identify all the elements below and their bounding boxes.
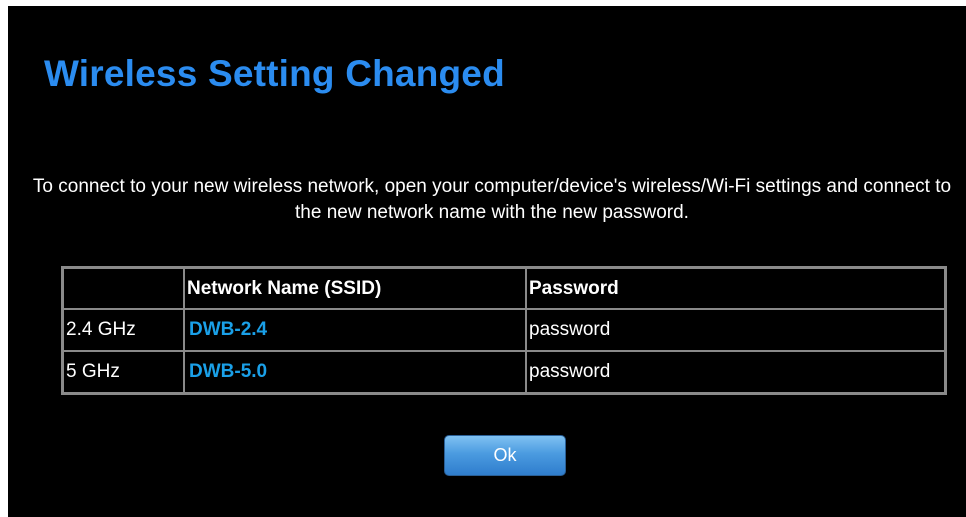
table-row: 2.4 GHz DWB-2.4 password <box>63 309 945 351</box>
table-row: 5 GHz DWB-5.0 password <box>63 351 945 393</box>
dialog-title: Wireless Setting Changed <box>44 53 505 94</box>
password-cell: password <box>526 351 945 393</box>
ssid-cell: DWB-5.0 <box>184 351 526 393</box>
password-cell: password <box>526 309 945 351</box>
header-ssid: Network Name (SSID) <box>184 268 526 309</box>
header-band <box>63 268 184 309</box>
table-header-row: Network Name (SSID) Password <box>63 268 945 309</box>
instructions-text: To connect to your new wireless network,… <box>32 176 952 223</box>
band-cell: 5 GHz <box>63 351 184 393</box>
band-cell: 2.4 GHz <box>63 309 184 351</box>
ok-button[interactable]: Ok <box>444 435 566 476</box>
network-table: Network Name (SSID) Password 2.4 GHz DWB… <box>61 266 947 395</box>
header-password: Password <box>526 268 945 309</box>
wireless-changed-dialog: Wireless Setting Changed To connect to y… <box>8 6 966 517</box>
ssid-cell: DWB-2.4 <box>184 309 526 351</box>
